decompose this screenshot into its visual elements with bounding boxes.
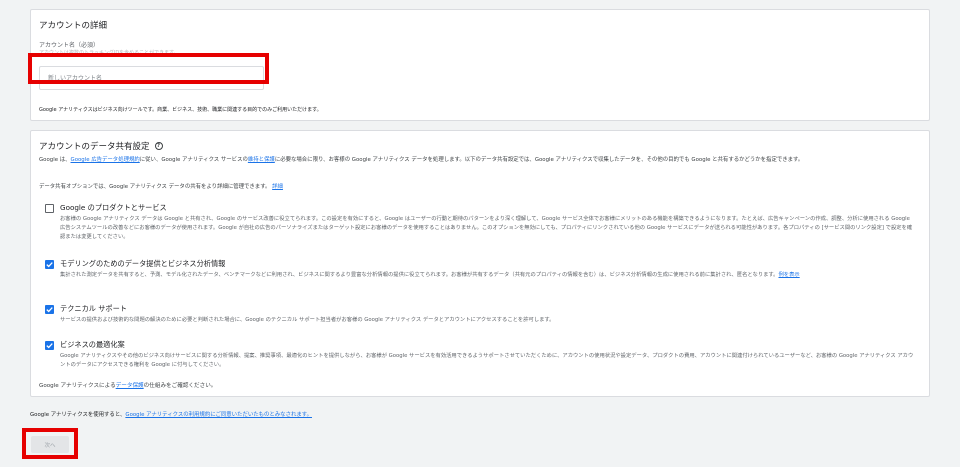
option-title: モデリングのためのデータ提供とビジネス分析情報 xyxy=(60,259,226,268)
option-desc-text: 集計された測定データを共有すると、予測、モデル化されたデータ、ベンチマークなどに… xyxy=(60,272,779,278)
option-desc: お客様の Google アナリティクス データは Google と共有され、Go… xyxy=(60,216,913,240)
checkbox-technical-support[interactable] xyxy=(45,305,54,314)
option-title: テクニカル サポート xyxy=(60,304,127,313)
footer-text: の仕組みをご確認ください。 xyxy=(143,383,217,389)
footer-text: Google アナリティクスによる xyxy=(39,383,116,389)
checkbox-google-products[interactable] xyxy=(45,204,54,213)
intro-text: Google は、 xyxy=(39,157,71,163)
terms-link[interactable]: Google アナリティクスの利用規約にご同意いただいたものとみなされます。 xyxy=(125,412,312,418)
option-title: ビジネスの最適化案 xyxy=(60,340,125,349)
check-icon xyxy=(46,262,53,268)
show-example-link[interactable]: 例を表示 xyxy=(778,272,799,278)
account-details-card: アカウントの詳細 アカウント名（必須） アカウントは複数のトラッキングIDを含め… xyxy=(30,9,930,121)
checkbox-modeling-insights[interactable] xyxy=(45,260,54,269)
checkbox-business-optimization[interactable] xyxy=(45,341,54,350)
data-sharing-title: アカウントのデータ共有設定 ? xyxy=(39,140,163,152)
terms-notice: Google アナリティクスを使用すると、Google アナリティクスの利用規約… xyxy=(30,410,312,418)
data-sharing-title-text: アカウントのデータ共有設定 xyxy=(39,142,150,152)
account-name-input[interactable] xyxy=(39,66,264,90)
usage-note: Google アナリティクスはビジネス向けツールです。商業、ビジネス、技術、職業… xyxy=(39,107,322,113)
account-name-hint: アカウントは複数のトラッキングIDを含めることができます。 xyxy=(39,50,179,56)
account-details-title: アカウントの詳細 xyxy=(39,21,108,31)
data-sharing-intro: Google は、Google 広告データ処理規約に従い、Google アナリテ… xyxy=(39,156,921,164)
ads-data-terms-link[interactable]: Google 広告データ処理規約 xyxy=(71,157,140,163)
intro-text: に従い、Google アナリティクス サービスの xyxy=(139,157,248,163)
next-button[interactable]: 次へ xyxy=(31,436,69,453)
data-protection-link[interactable]: データ保護 xyxy=(116,383,144,389)
data-sharing-card: アカウントのデータ共有設定 ? Google は、Google 広告データ処理規… xyxy=(30,130,930,397)
intro-text: に必要な場合に限り、お客様の Google アナリティクス データを処理します。… xyxy=(274,157,804,163)
check-icon xyxy=(46,307,53,313)
check-icon xyxy=(46,343,53,349)
data-sharing-intro-2: データ共有オプションでは、Google アナリティクス データの共有をより詳細に… xyxy=(39,182,283,190)
intro2-text: データ共有オプションでは、Google アナリティクス データの共有をより詳細に… xyxy=(39,184,271,190)
account-name-label: アカウント名（必須） xyxy=(39,42,100,49)
data-protection-note: Google アナリティクスによるデータ保護の仕組みをご確認ください。 xyxy=(39,381,216,389)
option-desc: Google アナリティクスやその他のビジネス向けサービスに関する分析情報、提案… xyxy=(60,353,914,368)
terms-text: Google アナリティクスを使用すると、 xyxy=(30,412,126,418)
option-desc: サービスの提供および技術的な問題の解決のために必要と判断された場合に、Googl… xyxy=(60,317,555,323)
help-icon[interactable]: ? xyxy=(154,142,163,150)
learn-more-link[interactable]: 詳細 xyxy=(272,184,283,190)
option-title: Google のプロダクトとサービス xyxy=(60,203,167,212)
maintain-protect-link[interactable]: 維持と保護 xyxy=(248,157,275,163)
option-desc: 集計された測定データを共有すると、予測、モデル化されたデータ、ベンチマークなどに… xyxy=(60,271,915,280)
